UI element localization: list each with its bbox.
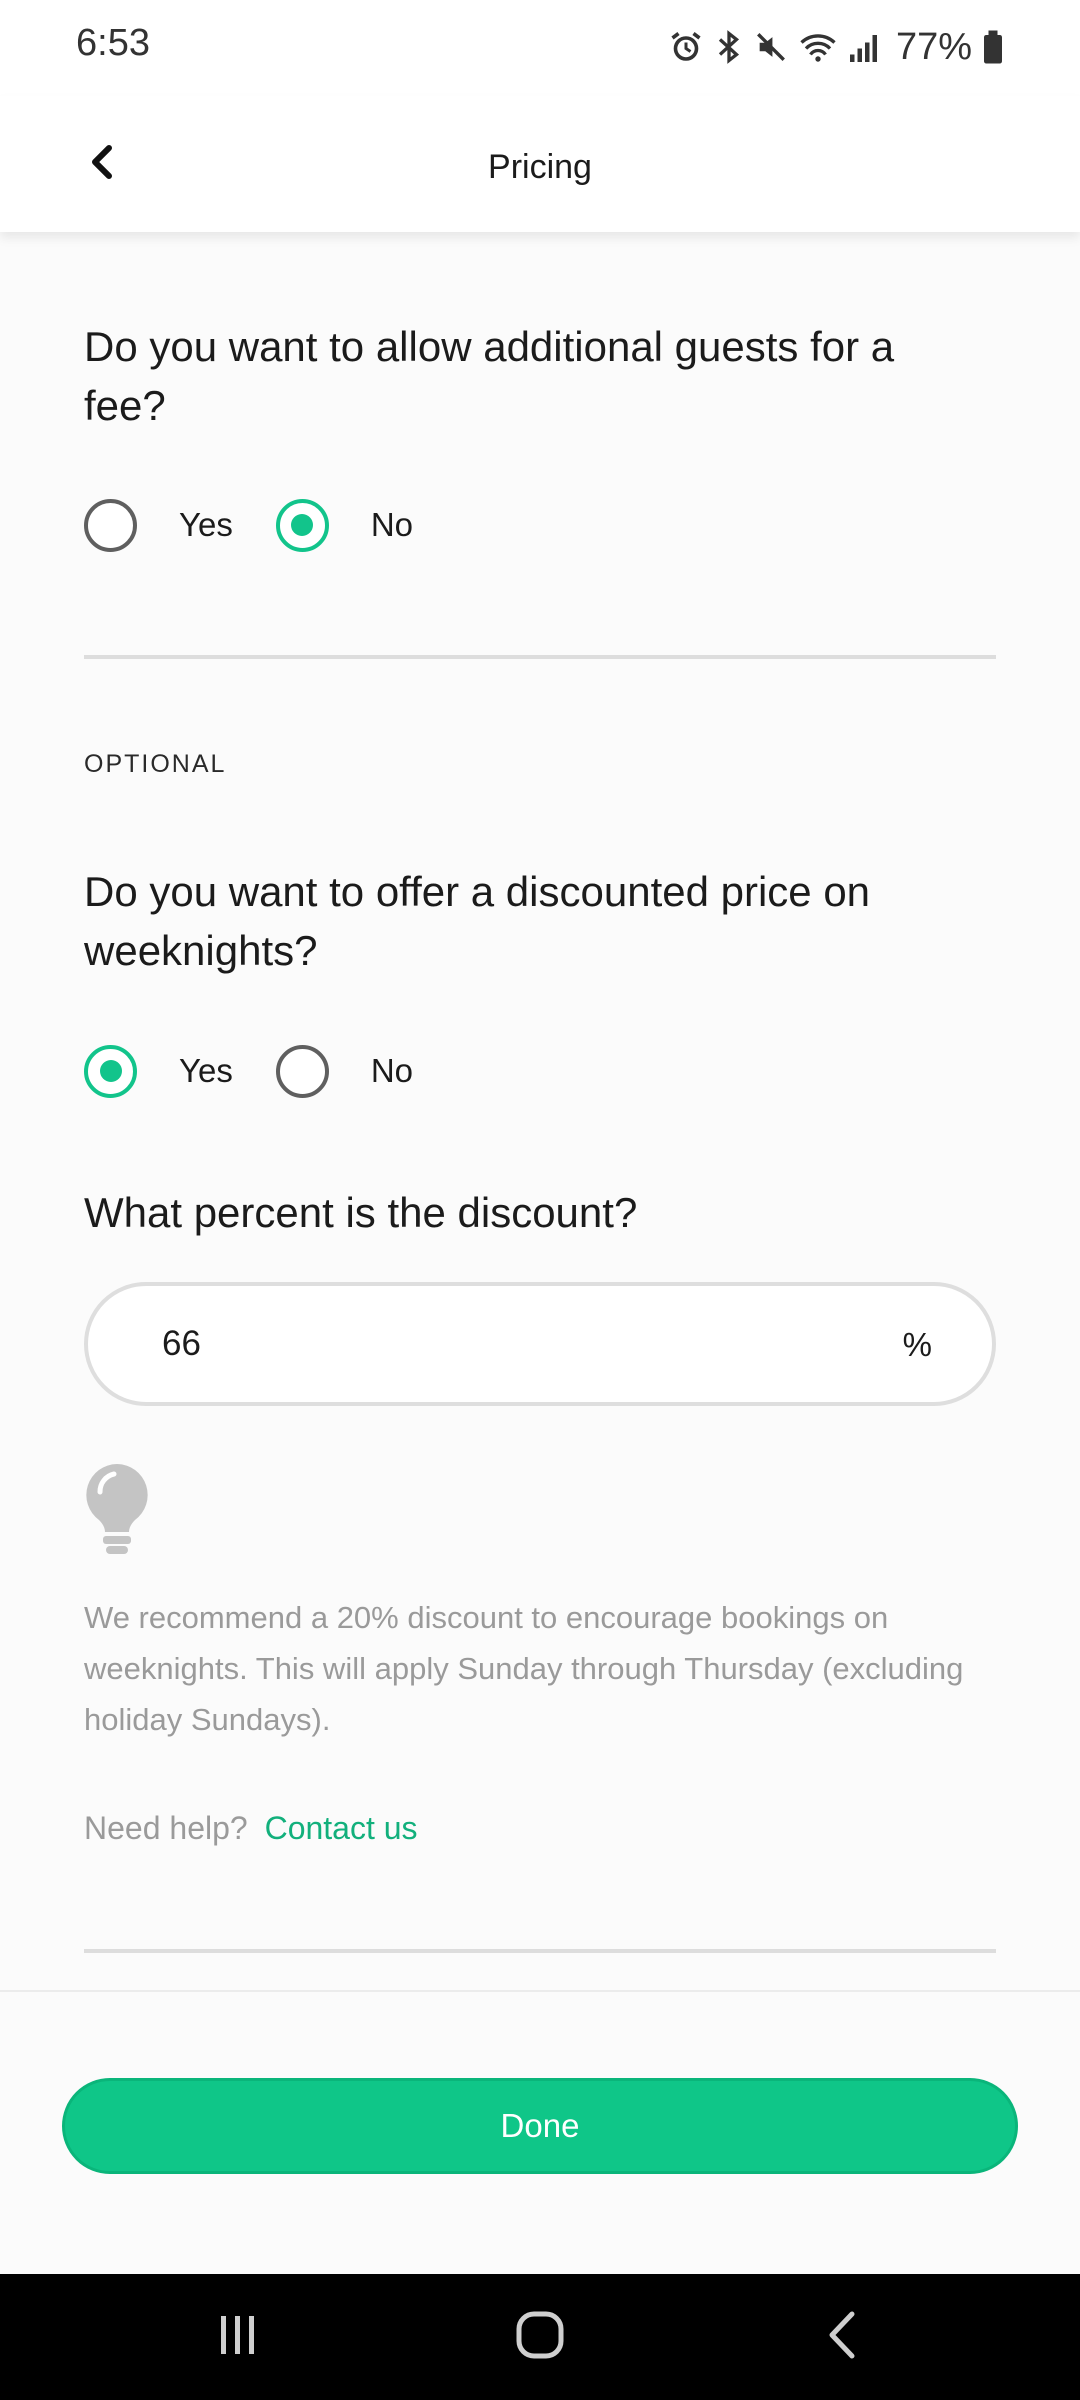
status-icons: 77% <box>668 22 1004 72</box>
discount-percent-question: What percent is the discount? <box>84 1189 638 1236</box>
footer: Done <box>0 1990 1080 2274</box>
radio-label: No <box>370 1052 414 1089</box>
navigation-bar <box>0 2274 1080 2400</box>
radio-unchecked-icon <box>275 1044 329 1098</box>
home-button[interactable] <box>500 2304 580 2370</box>
additional-guests-question: Do you want to allow additional guests f… <box>84 323 895 429</box>
discount-tip: We recommend a 20% discount to encourage… <box>84 1600 964 1737</box>
home-icon <box>515 2310 565 2365</box>
done-button[interactable]: Done <box>62 2078 1018 2174</box>
page-title: Pricing <box>488 148 592 186</box>
help-text: Need help? <box>84 1810 248 1846</box>
radio-unchecked-icon <box>84 498 137 552</box>
lightbulb-icon <box>84 1462 150 1556</box>
discount-percent-value: 66 <box>162 1324 201 1363</box>
battery-percent: 77% <box>895 25 972 68</box>
signal-icon <box>848 29 882 65</box>
status-bar: 6:53 77% <box>0 0 1080 96</box>
additional-guests-no-radio[interactable]: No <box>275 498 414 552</box>
additional-guests-yes-radio[interactable]: Yes <box>84 498 233 552</box>
percent-unit: % <box>902 1326 932 1363</box>
status-time: 6:53 <box>76 22 150 64</box>
help-row: Need help? Contact us <box>84 1810 418 1847</box>
recent-apps-icon <box>215 2312 261 2363</box>
discount-percent-input[interactable]: 66 % <box>84 1282 996 1406</box>
radio-checked-icon <box>84 1044 137 1098</box>
back-icon <box>824 2310 860 2365</box>
weeknight-discount-question: Do you want to offer a discounted price … <box>84 868 871 974</box>
contact-us-link[interactable]: Contact us <box>265 1810 418 1846</box>
weeknight-discount-options: Yes No <box>84 1043 413 1099</box>
radio-checked-icon <box>275 498 329 552</box>
section-divider <box>84 1949 996 1953</box>
pricing-form: Do you want to allow additional guests f… <box>0 232 1080 1990</box>
weeknight-discount-no-radio[interactable]: No <box>275 1044 414 1098</box>
weeknight-discount-yes-radio[interactable]: Yes <box>84 1044 233 1098</box>
additional-guests-options: Yes No <box>84 497 413 553</box>
mute-icon <box>754 29 788 65</box>
radio-label: Yes <box>179 506 233 543</box>
battery-icon <box>982 29 1004 65</box>
radio-label: Yes <box>179 1052 233 1089</box>
bluetooth-icon <box>714 29 744 65</box>
optional-label: OPTIONAL <box>84 750 227 778</box>
section-divider <box>84 655 996 659</box>
wifi-icon <box>798 29 838 65</box>
app-header: Pricing <box>0 96 1080 232</box>
radio-label: No <box>370 506 414 543</box>
recent-apps-button[interactable] <box>198 2304 278 2370</box>
system-back-button[interactable] <box>802 2304 882 2370</box>
alarm-icon <box>668 29 704 65</box>
